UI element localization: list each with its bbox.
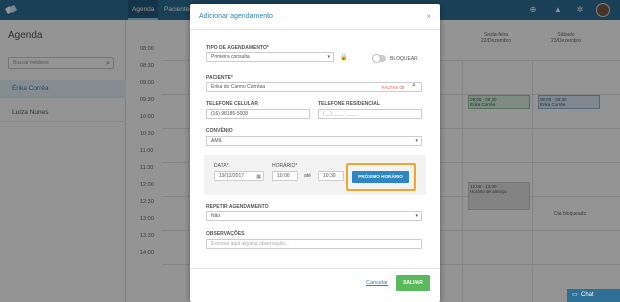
- repetir-label: REPETIR AGENDAMENTO: [206, 204, 269, 210]
- data-label: DATA*: [214, 163, 229, 169]
- paciente-value: Érika do Carmo Corrêaa: [211, 84, 266, 90]
- bloquear-label: BLOQUEAR: [390, 56, 418, 62]
- tipo-label: TIPO DE AGENDAMENTO*: [206, 45, 269, 51]
- residencial-label: TELEFONE RESIDENCIAL: [318, 101, 380, 107]
- divider: [190, 268, 440, 269]
- chevron-down-icon: ▾: [415, 213, 418, 219]
- horario-label: HORÁRIO*: [272, 163, 298, 169]
- add-appointment-modal: Adicionar agendamento × TIPO DE AGENDAME…: [190, 4, 440, 302]
- calendar-icon[interactable]: ▦: [256, 173, 261, 180]
- start-time-field[interactable]: 10:00: [272, 171, 298, 181]
- repetir-value: Não: [211, 213, 221, 219]
- chat-label: Chat: [581, 292, 594, 298]
- tipo-select[interactable]: Primeira consulta ▾: [206, 52, 334, 62]
- chat-bubble-icon: ▭: [572, 292, 578, 298]
- chevron-down-icon: ▾: [327, 54, 330, 60]
- tipo-value: Primeira consulta: [211, 54, 250, 60]
- celular-value: (16) 98185-5008: [211, 111, 248, 117]
- insurance-select[interactable]: AMIL ▾: [206, 136, 422, 146]
- toggle-knob: [372, 54, 381, 63]
- home-phone-field[interactable]: (__) ____-____: [318, 109, 422, 119]
- convenio-value: AMIL: [211, 138, 223, 144]
- observacoes-placeholder: Escreva aqui alguma observação...: [211, 241, 290, 247]
- search-icon[interactable]: ⌕: [412, 82, 416, 90]
- faltas-badge: FALTAS 00: [382, 85, 405, 90]
- convenio-label: CONVÊNIO: [206, 128, 233, 134]
- ate-label: até: [304, 173, 311, 179]
- repeat-select[interactable]: Não ▾: [206, 211, 422, 221]
- lock-icon: 🔒: [340, 55, 348, 61]
- paciente-label: PACIENTE*: [206, 75, 233, 81]
- chevron-down-icon: ▾: [415, 138, 418, 144]
- cancel-button[interactable]: Cancelar: [366, 280, 388, 286]
- end-time-field[interactable]: 10:30: [318, 171, 344, 181]
- block-toggle[interactable]: [372, 54, 386, 63]
- modal-title: Adicionar agendamento: [199, 13, 273, 20]
- notes-field[interactable]: Escreva aqui alguma observação...: [206, 239, 422, 249]
- horario-start: 10:00: [277, 173, 290, 179]
- date-field[interactable]: 19/12/2017 ▦: [214, 171, 264, 181]
- next-slot-button[interactable]: PRÓXIMO HORÁRIO: [352, 171, 409, 183]
- data-value: 19/12/2017: [219, 173, 245, 179]
- horario-end: 10:30: [323, 173, 336, 179]
- save-button[interactable]: SALVAR: [396, 275, 430, 291]
- celular-label: TELEFONE CELULAR: [206, 101, 258, 107]
- observacoes-label: OBSERVAÇÕES: [206, 231, 245, 237]
- mobile-phone-field[interactable]: (16) 98185-5008: [206, 109, 310, 119]
- chat-button[interactable]: ▭ Chat: [567, 289, 620, 302]
- close-icon[interactable]: ×: [426, 12, 431, 21]
- divider: [190, 29, 440, 30]
- residencial-placeholder: (__) ____-____: [323, 111, 358, 117]
